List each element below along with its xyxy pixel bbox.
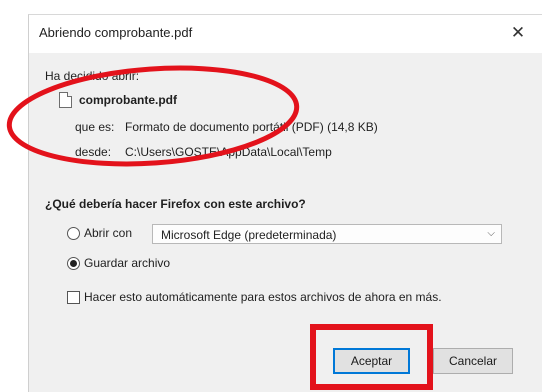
application-select[interactable]: Microsoft Edge (predeterminada) ⌵ <box>152 224 502 244</box>
dialog-title: Abriendo comprobante.pdf <box>39 25 193 40</box>
auto-action-checkbox[interactable] <box>67 291 80 304</box>
open-with-radio[interactable] <box>67 227 80 240</box>
chevron-down-icon: ⌵ <box>487 228 495 239</box>
download-dialog: Abriendo comprobante.pdf ✕ Ha decidido a… <box>28 14 542 392</box>
screenshot-stage: Abriendo comprobante.pdf ✕ Ha decidido a… <box>0 0 542 392</box>
pdf-file-icon <box>59 92 72 108</box>
dialog-titlebar: Abriendo comprobante.pdf ✕ <box>29 15 542 53</box>
close-icon[interactable]: ✕ <box>507 22 529 44</box>
action-question: ¿Qué debería hacer Firefox con este arch… <box>45 197 306 211</box>
accept-button[interactable]: Aceptar <box>333 348 410 374</box>
open-with-label[interactable]: Abrir con <box>84 226 132 240</box>
application-select-value: Microsoft Edge (predeterminada) <box>161 228 337 242</box>
file-source-path: C:\Users\GOSTE\AppData\Local\Temp <box>125 145 332 159</box>
file-source-label: desde: <box>75 145 112 159</box>
save-file-label[interactable]: Guardar archivo <box>84 256 170 270</box>
auto-action-label[interactable]: Hacer esto automáticamente para estos ar… <box>84 290 442 304</box>
file-type-label: que es: <box>75 120 115 134</box>
file-type-value: Formato de documento portátil (PDF) (14,… <box>125 120 378 134</box>
save-file-radio[interactable] <box>67 257 80 270</box>
cancel-button[interactable]: Cancelar <box>433 348 513 374</box>
file-name: comprobante.pdf <box>79 93 177 107</box>
decision-heading: Ha decidido abrir: <box>45 69 140 83</box>
